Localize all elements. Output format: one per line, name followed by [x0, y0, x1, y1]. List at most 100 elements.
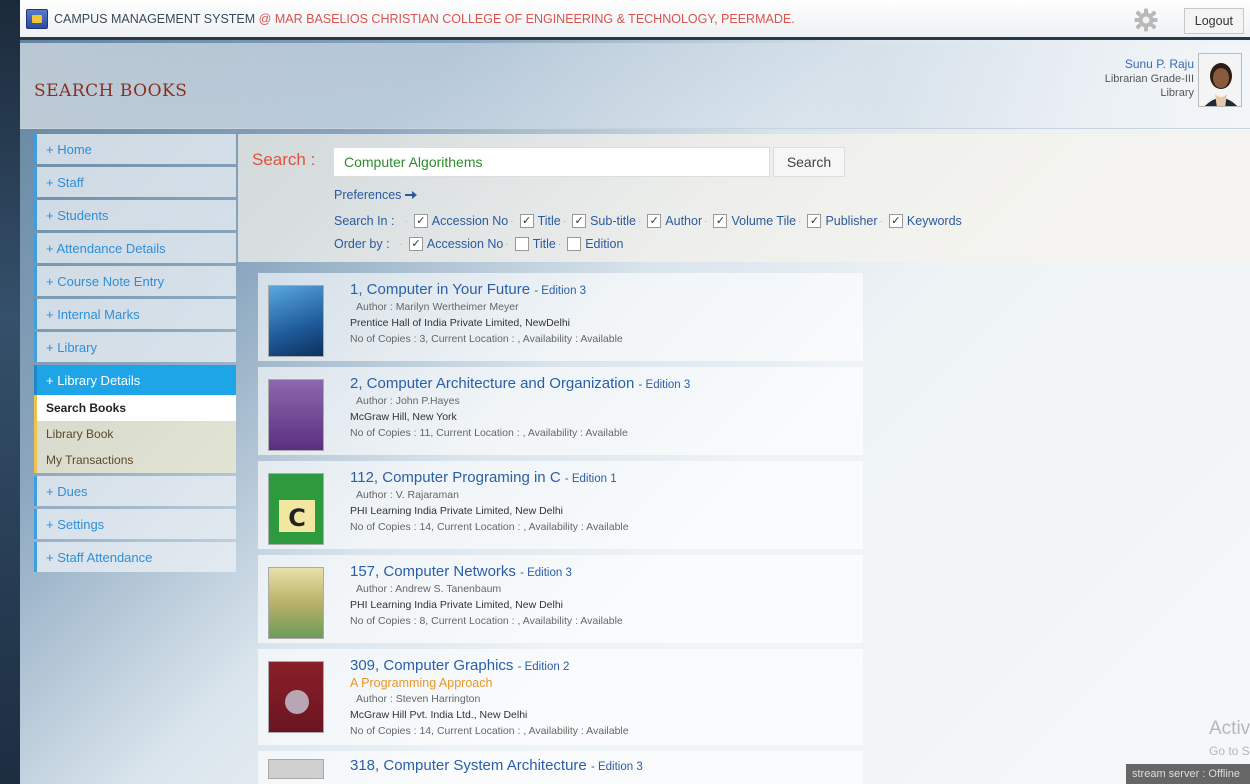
search-in-title-option[interactable]: ✓ Title — [519, 214, 561, 228]
checkbox-icon[interactable] — [514, 237, 529, 251]
book-title[interactable]: 157, Computer Networks - Edition 3 — [350, 563, 855, 580]
search-results: 1, Computer in Your Future - Edition 3 A… — [258, 273, 863, 784]
book-cover-image — [268, 661, 324, 733]
list-item: C 112, Computer Programing in C - Editio… — [258, 461, 863, 549]
checkbox-icon[interactable]: ✓ — [647, 214, 662, 228]
book-copies: No of Copies : 8, Current Location : , A… — [350, 615, 623, 627]
preferences-toggle[interactable]: Preferences — [334, 188, 418, 202]
college-name: MAR BASELIOS CHRISTIAN COLLEGE OF ENGINE… — [274, 11, 795, 26]
sidebar-item-students[interactable]: + Students — [34, 200, 236, 230]
user-name[interactable]: Sunu P. Raju — [1105, 57, 1194, 71]
sidebar-nav: + Home + Staff + Students + Attendance D… — [34, 134, 236, 575]
book-title[interactable]: 309, Computer Graphics - Edition 2 — [350, 657, 855, 674]
search-in-subtitle-option[interactable]: ✓ Sub-title — [572, 214, 636, 228]
checkbox-icon[interactable]: ✓ — [713, 214, 728, 228]
list-item: 2, Computer Architecture and Organizatio… — [258, 367, 863, 455]
order-by-row: Order by : · ✓ Accession No · Title · Editio… — [334, 237, 624, 251]
sidebar-subitem-library-book[interactable]: Library Book — [34, 421, 236, 447]
book-title[interactable]: 1, Computer in Your Future - Edition 3 — [350, 281, 855, 298]
list-item: 157, Computer Networks - Edition 3 Autho… — [258, 555, 863, 643]
sidebar-item-internal-marks[interactable]: + Internal Marks — [34, 299, 236, 329]
sidebar-item-settings[interactable]: + Settings — [34, 509, 236, 539]
arrow-right-icon — [405, 191, 418, 199]
app-name: CAMPUS MANAGEMENT SYSTEM — [54, 11, 256, 26]
search-in-author-option[interactable]: ✓ Author — [647, 214, 702, 228]
book-author: Author : V. Rajaraman — [356, 489, 459, 501]
book-copies: No of Copies : 11, Current Location : , … — [350, 427, 628, 439]
order-by-accession-no-option[interactable]: ✓ Accession No — [408, 237, 503, 251]
checkbox-icon[interactable]: ✓ — [408, 237, 423, 251]
book-copies: No of Copies : 3, Current Location : , A… — [350, 333, 623, 345]
sidebar-item-staff[interactable]: + Staff — [34, 167, 236, 197]
sidebar-item-library[interactable]: + Library — [34, 332, 236, 362]
search-label: Search : — [252, 150, 316, 169]
list-item: 309, Computer Graphics - Edition 2 A Pro… — [258, 649, 863, 745]
search-in-volume-tile-option[interactable]: ✓ Volume Tile — [713, 214, 796, 228]
book-edition: - Edition 3 — [638, 379, 691, 391]
main-content: Search : Search Preferences Search In :·… — [238, 134, 1250, 784]
page-title: SEARCH BOOKS — [34, 81, 188, 101]
book-author: Author : Marilyn Wertheimer Meyer — [356, 301, 519, 313]
preferences-label: Preferences — [334, 188, 402, 202]
book-edition: - Edition 3 — [520, 567, 572, 579]
checkbox-icon[interactable]: ✓ — [519, 214, 534, 228]
left-edge-decoration — [0, 0, 20, 784]
order-by-label: Order by : — [334, 237, 390, 251]
logout-button[interactable]: Logout — [1183, 8, 1244, 34]
activation-watermark: Activ — [1209, 718, 1250, 739]
stream-server-status: stream server : Offline — [1126, 764, 1250, 784]
book-author: Author : Steven Harrington — [356, 693, 481, 705]
search-in-label: Search In : — [334, 214, 395, 228]
search-button[interactable]: Search — [773, 147, 845, 177]
sidebar-subitem-my-transactions[interactable]: My Transactions — [34, 447, 236, 473]
book-publisher: McGraw Hill, New York — [350, 411, 457, 423]
book-author: Author : John P.Hayes — [356, 395, 460, 407]
book-edition: - Edition 2 — [517, 661, 570, 673]
book-publisher: PHI Learning India Private Limited, New … — [350, 599, 564, 611]
sidebar-item-attendance-details[interactable]: + Attendance Details — [34, 233, 236, 263]
user-info: Sunu P. Raju Librarian Grade-III Library — [1105, 57, 1194, 99]
avatar — [1198, 53, 1242, 107]
checkbox-icon[interactable]: ✓ — [413, 214, 428, 228]
checkbox-icon[interactable]: ✓ — [888, 214, 903, 228]
list-item: 318, Computer System Architecture - Edit… — [258, 751, 863, 784]
book-publisher: PHI Learning India Private Limited, New … — [350, 505, 564, 517]
sidebar-item-home[interactable]: + Home — [34, 134, 236, 164]
sidebar-subitem-search-books[interactable]: Search Books — [34, 395, 236, 421]
book-publisher: Prentice Hall of India Private Limited, … — [350, 317, 571, 329]
search-in-accession-no-option[interactable]: ✓ Accession No — [413, 214, 508, 228]
book-edition: - Edition 3 — [590, 761, 643, 773]
sidebar-item-staff-attendance[interactable]: + Staff Attendance — [34, 542, 236, 572]
book-title[interactable]: 2, Computer Architecture and Organizatio… — [350, 375, 855, 392]
search-in-keywords-option[interactable]: ✓ Keywords — [888, 214, 962, 228]
order-by-edition-option[interactable]: Edition — [567, 237, 623, 251]
book-edition: - Edition 1 — [564, 473, 617, 485]
college-logo-icon — [26, 8, 48, 29]
book-cover-image — [268, 759, 324, 779]
book-cover-image — [268, 379, 324, 451]
sidebar-item-library-details[interactable]: + Library Details — [34, 365, 236, 395]
search-in-publisher-option[interactable]: ✓ Publisher — [807, 214, 878, 228]
user-department: Library — [1160, 87, 1194, 99]
book-title[interactable]: 112, Computer Programing in C - Edition … — [350, 469, 855, 486]
search-input[interactable] — [333, 147, 770, 177]
checkbox-icon[interactable] — [567, 237, 582, 251]
book-title[interactable]: 318, Computer System Architecture - Edit… — [350, 757, 855, 774]
book-cover-image — [268, 285, 324, 357]
svg-text:C: C — [288, 504, 306, 532]
book-cover-image: C — [268, 473, 324, 545]
checkbox-icon[interactable]: ✓ — [572, 214, 587, 228]
book-publisher: McGraw Hill Pvt. India Ltd., New Delhi — [350, 709, 528, 721]
checkbox-icon[interactable]: ✓ — [807, 214, 822, 228]
sidebar-item-course-note-entry[interactable]: + Course Note Entry — [34, 266, 236, 296]
sidebar-item-dues[interactable]: + Dues — [34, 476, 236, 506]
page-header: SEARCH BOOKS Sunu P. Raju Librarian Grad… — [20, 43, 1250, 129]
book-edition: - Edition 3 — [534, 285, 587, 297]
gear-icon[interactable] — [1134, 8, 1158, 32]
list-item: 1, Computer in Your Future - Edition 3 A… — [258, 273, 863, 361]
search-panel: Search : Search Preferences Search In :·… — [238, 134, 1250, 262]
book-copies: No of Copies : 14, Current Location : , … — [350, 521, 629, 533]
order-by-title-option[interactable]: Title — [514, 237, 556, 251]
library-details-submenu: Search Books Library Book My Transaction… — [34, 395, 236, 473]
app-title: CAMPUS MANAGEMENT SYSTEM @ MAR BASELIOS … — [54, 12, 795, 26]
